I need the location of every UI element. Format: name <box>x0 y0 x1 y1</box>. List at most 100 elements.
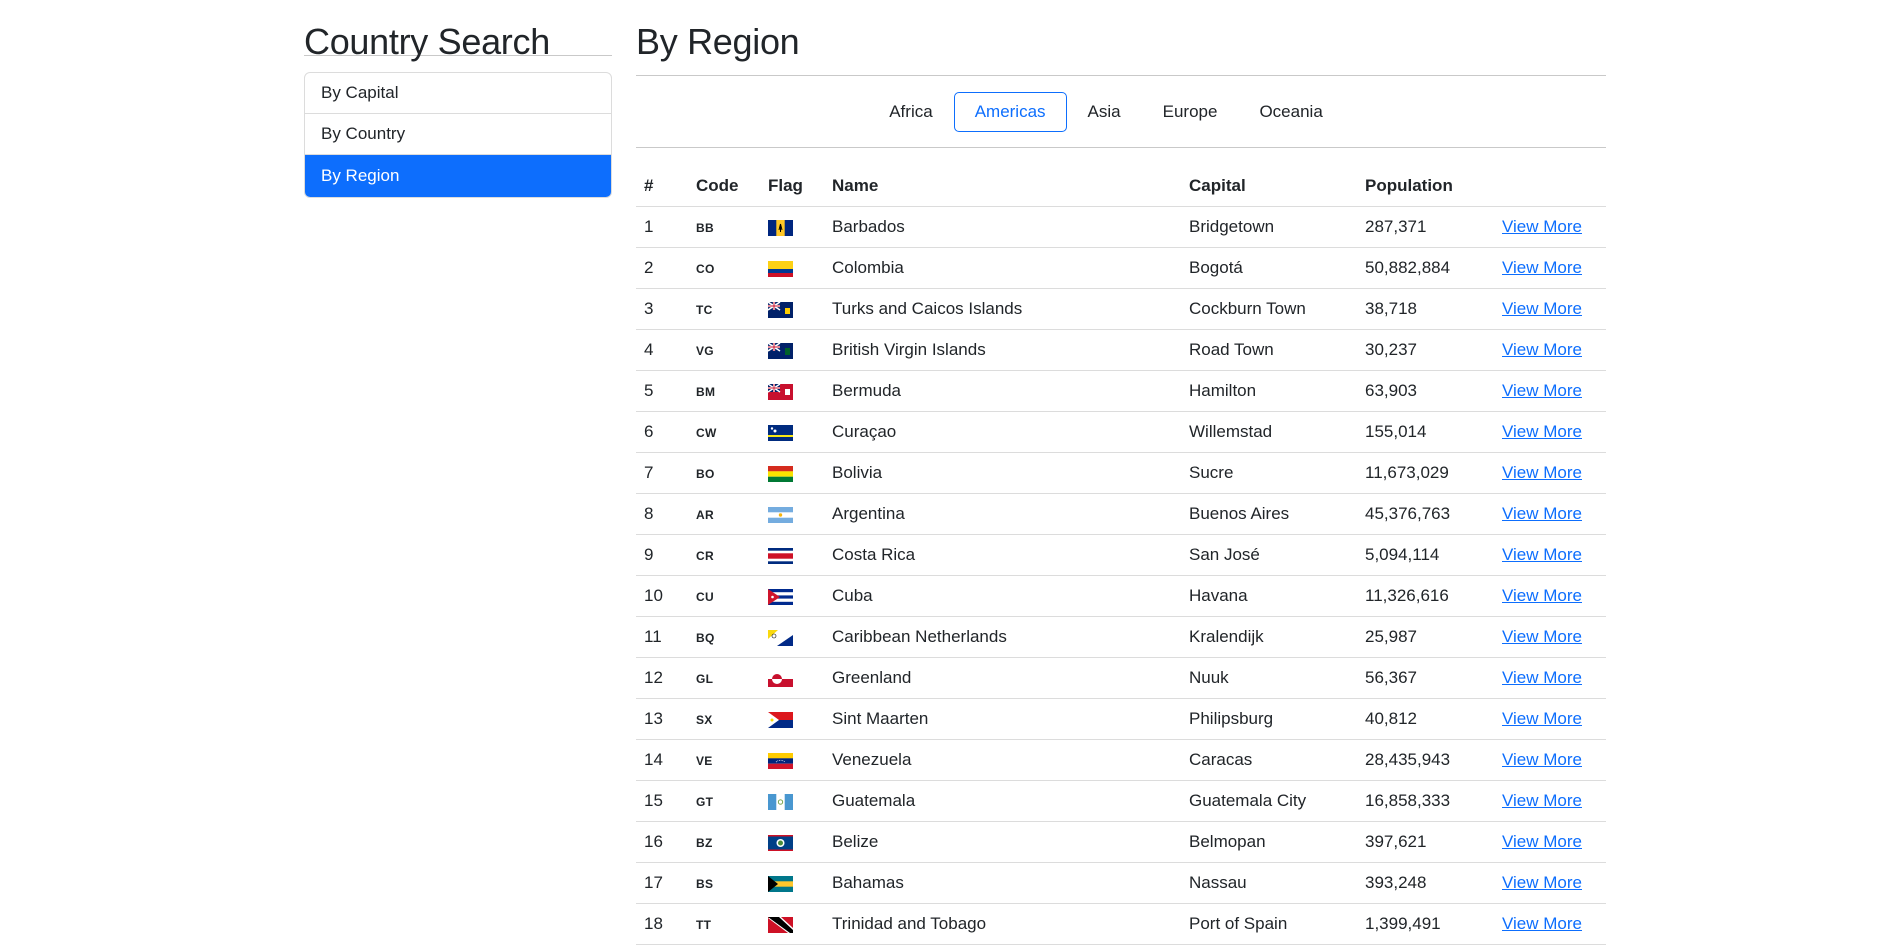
row-number: 5 <box>636 370 688 412</box>
country-code: BS <box>688 862 760 904</box>
view-more-link[interactable]: View More <box>1502 914 1582 933</box>
country-code-text: TT <box>696 918 712 932</box>
region-button-africa[interactable]: Africa <box>868 92 953 132</box>
region-button-europe[interactable]: Europe <box>1142 92 1239 132</box>
row-number: 14 <box>636 739 688 781</box>
view-more-link[interactable]: View More <box>1502 258 1582 277</box>
capital-name: Caracas <box>1181 739 1357 781</box>
country-code-text: CR <box>696 549 714 563</box>
country-name: Argentina <box>824 493 1181 535</box>
sidebar: Country Search By Capital By Country By … <box>304 0 612 198</box>
view-more-link[interactable]: View More <box>1502 299 1582 318</box>
flag-cell <box>760 534 824 576</box>
flag-bahamas-icon <box>768 875 793 892</box>
country-name: Barbados <box>824 206 1181 248</box>
view-more-link[interactable]: View More <box>1502 422 1582 441</box>
table-header-row: # Code Flag Name Capital Population <box>636 166 1606 207</box>
country-name: Venezuela <box>824 739 1181 781</box>
actions-cell: View More <box>1494 534 1606 576</box>
menu-item-by-country[interactable]: By Country <box>305 114 611 155</box>
menu-item-by-capital[interactable]: By Capital <box>305 73 611 114</box>
actions-cell: View More <box>1494 206 1606 248</box>
flag-cell <box>760 206 824 248</box>
table-row: 15 GT Guatemala Guatemala City 16,858,333 Vie… <box>636 780 1606 822</box>
country-code-text: BQ <box>696 631 715 645</box>
flag-cell <box>760 493 824 535</box>
row-number: 1 <box>636 206 688 248</box>
country-name: Curaçao <box>824 411 1181 453</box>
country-name: Turks and Caicos Islands <box>824 288 1181 330</box>
view-more-link[interactable]: View More <box>1502 873 1582 892</box>
region-button-americas[interactable]: Americas <box>953 91 1067 132</box>
country-code-text: SX <box>696 713 713 727</box>
capital-name: Hamilton <box>1181 370 1357 412</box>
country-code: GL <box>688 657 760 699</box>
view-more-link[interactable]: View More <box>1502 463 1582 482</box>
country-code: AR <box>688 493 760 535</box>
actions-cell: View More <box>1494 247 1606 289</box>
actions-cell: View More <box>1494 288 1606 330</box>
country-name: Bahamas <box>824 862 1181 904</box>
flag-turks-and-caicos-icon <box>768 301 793 318</box>
actions-cell: View More <box>1494 452 1606 494</box>
row-number: 2 <box>636 247 688 289</box>
sidebar-title: Country Search <box>304 21 550 62</box>
table-row: 8 AR Argentina Buenos Aires 45,376,763 View M… <box>636 493 1606 535</box>
column-header-population: Population <box>1357 166 1494 207</box>
view-more-link[interactable]: View More <box>1502 217 1582 236</box>
view-more-link[interactable]: View More <box>1502 586 1582 605</box>
row-number: 8 <box>636 493 688 535</box>
view-more-link[interactable]: View More <box>1502 791 1582 810</box>
population-value: 40,812 <box>1357 698 1494 740</box>
country-code-text: BZ <box>696 836 713 850</box>
country-name: Cuba <box>824 575 1181 617</box>
column-header-number: # <box>636 166 688 207</box>
table-row: 6 CW Curaçao Willemstad 155,014 View More <box>636 411 1606 453</box>
region-button-asia[interactable]: Asia <box>1067 92 1142 132</box>
view-more-link[interactable]: View More <box>1502 340 1582 359</box>
country-code: CR <box>688 534 760 576</box>
region-button-oceania[interactable]: Oceania <box>1238 92 1343 132</box>
table-row: 18 TT Trinidad and Tobago Port of Spain 1,39… <box>636 903 1606 945</box>
table-row: 10 CU Cuba Havana 11,326,616 View More <box>636 575 1606 617</box>
capital-name: Belmopan <box>1181 821 1357 863</box>
actions-cell: View More <box>1494 780 1606 822</box>
population-value: 393,248 <box>1357 862 1494 904</box>
column-header-capital: Capital <box>1181 166 1357 207</box>
country-code: TC <box>688 288 760 330</box>
view-more-link[interactable]: View More <box>1502 668 1582 687</box>
table-row: 14 VE Venezuela Caracas 28,435,943 View More <box>636 739 1606 781</box>
table-row: 11 BQ Caribbean Netherlands Kralendijk 25,98… <box>636 616 1606 658</box>
view-more-link[interactable]: View More <box>1502 504 1582 523</box>
country-code-text: GT <box>696 795 714 809</box>
country-code: BM <box>688 370 760 412</box>
population-value: 45,376,763 <box>1357 493 1494 535</box>
flag-barbados-icon <box>768 219 793 236</box>
country-code: VE <box>688 739 760 781</box>
flag-cell <box>760 452 824 494</box>
view-more-link[interactable]: View More <box>1502 750 1582 769</box>
capital-name: Bridgetown <box>1181 206 1357 248</box>
flag-cell <box>760 575 824 617</box>
view-more-link[interactable]: View More <box>1502 545 1582 564</box>
column-header-actions <box>1494 166 1606 207</box>
country-code: SX <box>688 698 760 740</box>
population-value: 28,435,943 <box>1357 739 1494 781</box>
table-row: 16 BZ Belize Belmopan 397,621 View More <box>636 821 1606 863</box>
view-more-link[interactable]: View More <box>1502 832 1582 851</box>
country-code: BZ <box>688 821 760 863</box>
country-code: GT <box>688 780 760 822</box>
population-value: 397,621 <box>1357 821 1494 863</box>
view-more-link[interactable]: View More <box>1502 381 1582 400</box>
view-more-link[interactable]: View More <box>1502 627 1582 646</box>
capital-name: Buenos Aires <box>1181 493 1357 535</box>
flag-bolivia-icon <box>768 465 793 482</box>
view-more-link[interactable]: View More <box>1502 709 1582 728</box>
country-code: BB <box>688 206 760 248</box>
main-content: By Region Africa Americas Asia Europe Oc… <box>636 0 1606 945</box>
table-row: 2 CO Colombia Bogotá 50,882,884 View More <box>636 247 1606 289</box>
table-row: 1 BB Barbados Bridgetown 287,371 View More <box>636 206 1606 248</box>
table-row: 4 VG British Virgin Islands Road Town 30,237… <box>636 329 1606 371</box>
menu-item-by-region[interactable]: By Region <box>305 155 611 197</box>
country-code-text: TC <box>696 303 713 317</box>
